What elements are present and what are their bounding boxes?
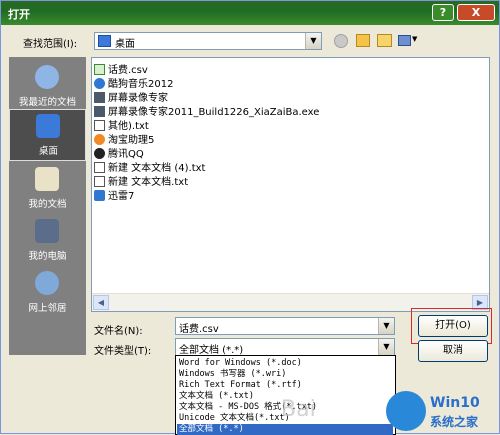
- network-places-icon: [35, 271, 59, 295]
- shortcut-icon: [94, 134, 105, 145]
- win10-logo-icon: [386, 391, 426, 431]
- place-desktop[interactable]: 桌面: [9, 109, 86, 161]
- filename-field[interactable]: 话费.csv ▼: [175, 317, 395, 335]
- list-item[interactable]: 其他).txt: [94, 117, 149, 132]
- place-label: 我的文档: [28, 199, 67, 210]
- view-menu-icon[interactable]: [398, 35, 411, 46]
- list-item[interactable]: 酷狗音乐2012: [94, 75, 173, 90]
- list-item[interactable]: 屏幕录像专家: [94, 89, 168, 104]
- place-recent-documents[interactable]: 我最近的文档: [9, 61, 86, 113]
- filetype-options-list[interactable]: Word for Windows (*.doc) Windows 书写器 (*.…: [175, 355, 396, 435]
- lookin-combo[interactable]: 桌面 ▼: [94, 32, 322, 50]
- list-item[interactable]: 新建 文本文档 (4).txt: [94, 159, 205, 174]
- list-item[interactable]: 话费.csv: [94, 61, 148, 76]
- filetype-option-selected[interactable]: 全部文档 (*.*): [177, 424, 393, 435]
- list-item[interactable]: 淘宝助理5: [94, 131, 154, 146]
- txt-file-icon: [94, 162, 105, 173]
- place-label: 我最近的文档: [18, 97, 76, 108]
- place-label: 网上邻居: [28, 303, 67, 314]
- filetype-option[interactable]: Windows 书写器 (*.wri): [177, 369, 286, 380]
- shortcut-icon: [94, 190, 105, 201]
- open-dialog: 打开 ? X 查找范围(I): 桌面 ▼ ▼ 我最近的文档 桌面 我的文档 我的…: [0, 0, 500, 435]
- places-bar: 我最近的文档 桌面 我的文档 我的电脑 网上邻居: [9, 57, 86, 355]
- watermark-line1: Win10: [430, 395, 480, 411]
- lookin-value: 桌面: [115, 39, 135, 50]
- title-bar[interactable]: 打开 ? X: [1, 1, 499, 25]
- win10-watermark: Win10 系统之家: [386, 389, 500, 435]
- place-label: 我的电脑: [28, 251, 67, 262]
- desktop-icon: [98, 35, 111, 47]
- baidu-watermark: Bai: [281, 397, 316, 422]
- filetype-option[interactable]: 文本文档 (*.txt): [177, 391, 254, 402]
- filename-dropdown-button[interactable]: ▼: [378, 318, 394, 334]
- filetype-option[interactable]: Unicode 文本文档(*.txt): [177, 413, 290, 424]
- place-my-documents[interactable]: 我的文档: [9, 163, 86, 215]
- filetype-select[interactable]: 全部文档 (*.*) ▼: [175, 338, 395, 356]
- csv-file-icon: [94, 64, 105, 75]
- open-button[interactable]: 打开(O): [418, 315, 488, 337]
- my-documents-icon: [35, 167, 59, 191]
- cancel-button[interactable]: 取消: [418, 340, 488, 362]
- up-folder-icon[interactable]: [356, 34, 370, 47]
- filetype-value: 全部文档 (*.*): [179, 345, 244, 356]
- txt-file-icon: [94, 176, 105, 187]
- lookin-label: 查找范围(I):: [23, 39, 78, 50]
- exe-file-icon: [94, 106, 105, 117]
- file-list[interactable]: 话费.csv 酷狗音乐2012 屏幕录像专家 屏幕录像专家2011_Build1…: [91, 57, 490, 312]
- list-item[interactable]: 迅雷7: [94, 187, 135, 202]
- help-button[interactable]: ?: [432, 4, 454, 21]
- filetype-label: 文件类型(T):: [94, 346, 152, 357]
- filename-value: 话费.csv: [179, 324, 219, 335]
- qq-icon: [94, 148, 105, 159]
- scroll-left-icon[interactable]: ◀: [93, 295, 109, 310]
- dialog-title: 打开: [8, 8, 30, 21]
- place-network-places[interactable]: 网上邻居: [9, 267, 86, 319]
- place-my-computer[interactable]: 我的电脑: [9, 215, 86, 267]
- list-item[interactable]: 新建 文本文档.txt: [94, 173, 188, 188]
- filetype-option[interactable]: Word for Windows (*.doc): [177, 358, 302, 369]
- view-menu-chevron-icon[interactable]: ▼: [412, 35, 417, 43]
- file-name: 迅雷7: [108, 191, 135, 202]
- back-icon[interactable]: [334, 34, 348, 48]
- desktop-icon: [36, 114, 60, 138]
- lookin-dropdown-button[interactable]: ▼: [305, 33, 321, 49]
- recent-documents-icon: [35, 65, 59, 89]
- shortcut-icon: [94, 78, 105, 89]
- filetype-dropdown-button[interactable]: ▼: [378, 339, 394, 355]
- my-computer-icon: [35, 219, 59, 243]
- list-item[interactable]: 屏幕录像专家2011_Build1226_XiaZaiBa.exe: [94, 103, 319, 118]
- place-label: 桌面: [38, 146, 58, 157]
- filename-label: 文件名(N):: [94, 326, 143, 337]
- close-button[interactable]: X: [457, 4, 495, 21]
- filetype-option[interactable]: Rich Text Format (*.rtf): [177, 380, 302, 391]
- shortcut-icon: [94, 92, 105, 103]
- new-folder-icon[interactable]: [377, 34, 392, 47]
- txt-file-icon: [94, 120, 105, 131]
- watermark-line2: 系统之家: [430, 415, 479, 429]
- list-item[interactable]: 腾讯QQ: [94, 145, 144, 160]
